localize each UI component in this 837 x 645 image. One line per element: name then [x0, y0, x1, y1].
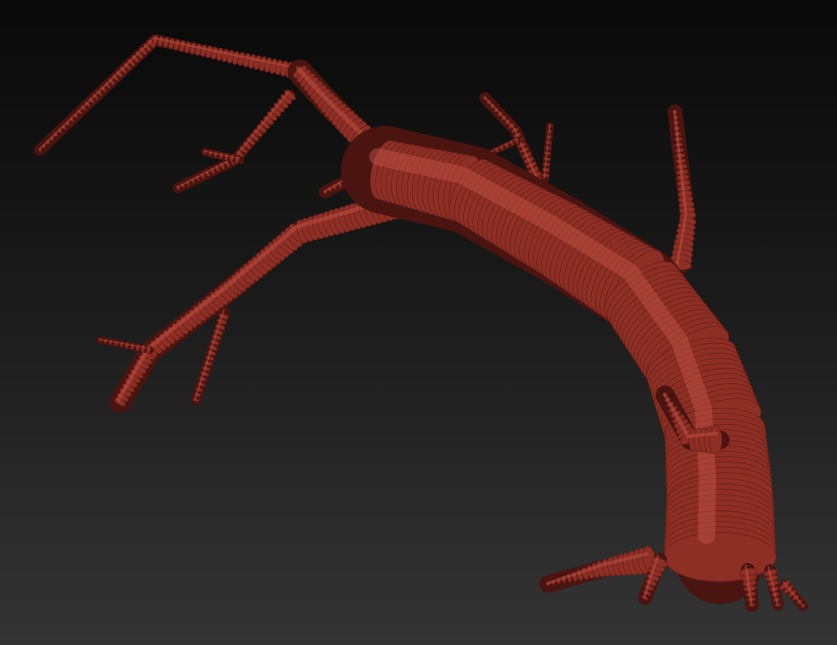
3d-viewport[interactable] — [0, 0, 837, 645]
branch-model — [0, 0, 837, 645]
